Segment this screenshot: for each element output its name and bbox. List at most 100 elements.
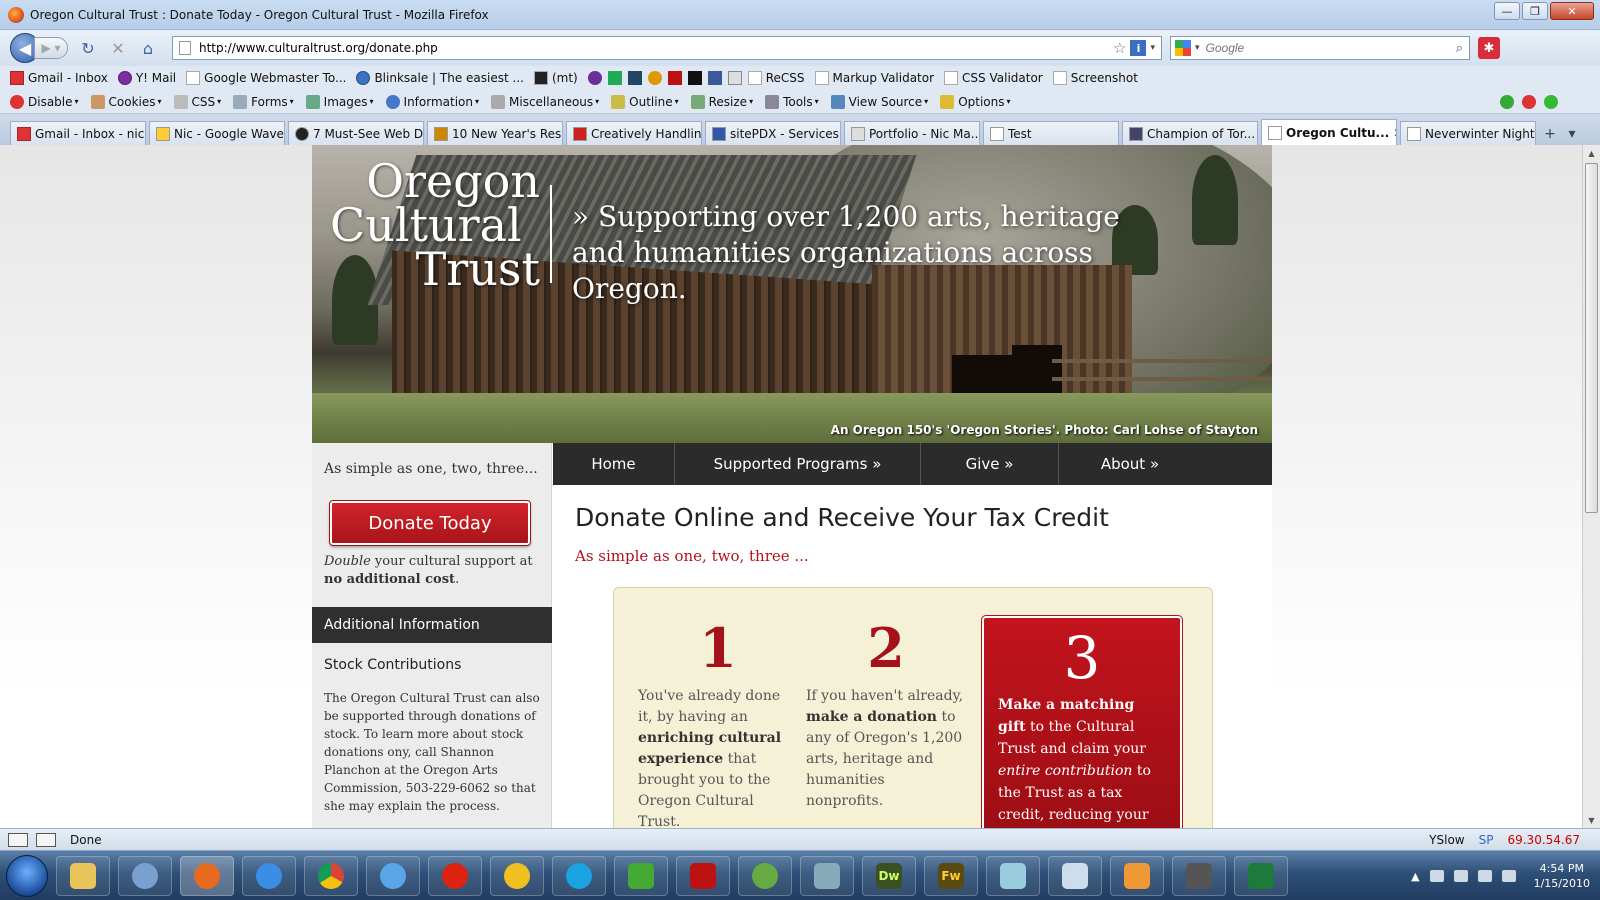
taskbar-firefox[interactable] [180, 855, 234, 896]
taskbar-notepad[interactable] [800, 855, 854, 896]
grid-icon[interactable] [727, 71, 742, 85]
check-icon[interactable] [1500, 95, 1514, 109]
wd-cookies[interactable]: Cookies ▾ [90, 94, 162, 109]
wd-images[interactable]: Images ▾ [305, 94, 374, 109]
wd-miscellaneous[interactable]: Miscellaneous ▾ [491, 94, 599, 109]
bookmark-icon-2[interactable] [607, 71, 622, 85]
k-icon[interactable] [667, 71, 682, 85]
error-icon[interactable] [1522, 95, 1536, 109]
tab-test[interactable]: Test [983, 121, 1119, 145]
bookmark-css-validator[interactable]: CSS Validator [944, 71, 1043, 85]
new-tab-button[interactable]: + [1539, 123, 1561, 145]
bookmark-webmaster[interactable]: Google Webmaster To... [186, 71, 346, 85]
nav-give[interactable]: Give » [921, 443, 1059, 485]
taskbar-filezilla[interactable] [676, 855, 730, 896]
scroll-up-icon[interactable]: ▲ [1583, 145, 1600, 161]
donate-today-button[interactable]: Donate Today [329, 500, 531, 546]
close-tab-icon[interactable]: ✕ [1389, 126, 1396, 140]
taskbar-movie-maker[interactable] [1172, 855, 1226, 896]
tab-portfolio[interactable]: Portfolio - Nic Ma... [844, 121, 980, 145]
taskbar-ie[interactable] [242, 855, 296, 896]
status-icon[interactable] [8, 832, 28, 847]
taskbar-games[interactable] [1110, 855, 1164, 896]
search-engine-dropdown-icon[interactable]: ▾ [1195, 43, 1200, 53]
taskbar-utorrent[interactable] [614, 855, 668, 896]
yslow-label[interactable]: YSlow [1429, 833, 1464, 847]
m-icon[interactable] [687, 71, 702, 85]
taskbar-excel[interactable] [1234, 855, 1288, 896]
forward-button[interactable]: ▶ ▾ [34, 37, 68, 59]
google-icon[interactable] [1175, 40, 1191, 56]
start-button[interactable] [6, 854, 48, 897]
wd-forms[interactable]: Forms ▾ [233, 94, 294, 109]
url-text[interactable]: http://www.culturaltrust.org/donate.php [199, 41, 1113, 55]
volume-icon[interactable] [1477, 870, 1492, 882]
network-icon[interactable] [1501, 870, 1516, 882]
vertical-scrollbar[interactable]: ▲ ▼ [1582, 145, 1600, 828]
nav-about[interactable]: About » [1059, 443, 1201, 485]
site-logo[interactable]: Oregon Cultural Trust [330, 158, 540, 292]
wd-resize[interactable]: Resize ▾ [690, 94, 753, 109]
wd-information[interactable]: Information ▾ [385, 94, 479, 109]
tab-oregon-cultural[interactable]: Oregon Cultu...✕ [1261, 119, 1397, 145]
power-icon[interactable] [1453, 870, 1468, 882]
search-icon[interactable]: ⌕ [1456, 41, 1463, 56]
url-dropdown-icon[interactable]: ▾ [1150, 43, 1155, 53]
maximize-button[interactable]: ❐ [1522, 2, 1548, 20]
info-icon[interactable]: i [1130, 40, 1147, 56]
taskbar-fireworks[interactable]: Fw [924, 855, 978, 896]
reload-icon[interactable]: ↻ [78, 38, 98, 58]
tab-sitepdx[interactable]: sitePDX - Services ... [705, 121, 841, 145]
gear-icon[interactable] [647, 71, 662, 85]
bookmark-screenshot[interactable]: Screenshot [1052, 71, 1138, 85]
tab-creatively[interactable]: Creatively Handlin... [566, 121, 702, 145]
wd-view-source[interactable]: View Source ▾ [830, 94, 928, 109]
taskbar-ietester[interactable] [490, 855, 544, 896]
bookmark-gmail[interactable]: Gmail - Inbox [10, 71, 108, 85]
bookmark-mt[interactable]: (mt) [533, 71, 578, 85]
bookmark-star-icon[interactable]: ☆ [1113, 39, 1126, 57]
ok-icon[interactable] [1544, 95, 1558, 109]
tray-expand-icon[interactable]: ▲ [1411, 870, 1419, 883]
close-window-button[interactable]: ✕ [1550, 2, 1594, 20]
tab-new-year[interactable]: 10 New Year's Res... [427, 121, 563, 145]
wd-css[interactable]: CSS ▾ [173, 94, 221, 109]
taskbar-calculator[interactable] [1048, 855, 1102, 896]
tab-neverwinter[interactable]: Neverwinter Night... [1400, 121, 1536, 145]
wd-disable[interactable]: Disable ▾ [10, 94, 79, 109]
bookmark-markup-validator[interactable]: Markup Validator [814, 71, 934, 85]
taskbar-mail[interactable] [118, 855, 172, 896]
wd-options[interactable]: Options ▾ [940, 94, 1011, 109]
tab-champion[interactable]: Champion of Tor... [1122, 121, 1258, 145]
stop-icon[interactable]: ✕ [108, 38, 128, 58]
minimize-button[interactable]: — [1494, 2, 1520, 20]
taskbar-explorer[interactable] [56, 855, 110, 896]
taskbar-safari[interactable] [366, 855, 420, 896]
taskbar-skype[interactable] [552, 855, 606, 896]
tab-must-see[interactable]: 7 Must-See Web D... [288, 121, 424, 145]
taskbar-dreamweaver[interactable]: Dw [862, 855, 916, 896]
scroll-down-icon[interactable]: ▼ [1583, 812, 1600, 828]
home-icon[interactable]: ⌂ [138, 38, 158, 58]
bookmark-recss[interactable]: ReCSS [747, 71, 805, 85]
bookmark-blinksale[interactable]: Blinksale | The easiest ... [356, 71, 524, 85]
address-bar[interactable]: http://www.culturaltrust.org/donate.php … [172, 36, 1162, 60]
taskbar-paint[interactable] [986, 855, 1040, 896]
status-icon-2[interactable] [36, 832, 56, 847]
flag-icon[interactable] [1429, 870, 1444, 882]
tab-gmail[interactable]: Gmail - Inbox - nic... [10, 121, 146, 145]
facebook-icon[interactable] [707, 71, 722, 85]
nav-home[interactable]: Home [553, 443, 675, 485]
addon-icon[interactable]: ✱ [1478, 37, 1500, 59]
delicious-icon[interactable] [627, 71, 642, 85]
wd-tools[interactable]: Tools ▾ [765, 94, 819, 109]
clock[interactable]: 4:54 PM 1/15/2010 [1534, 861, 1590, 891]
tab-google-wave[interactable]: Nic - Google Wave [149, 121, 285, 145]
peace-icon[interactable] [587, 71, 602, 85]
tab-list-button[interactable]: ▾ [1561, 123, 1583, 145]
sp-label[interactable]: SP [1479, 833, 1494, 847]
taskbar-chrome[interactable] [304, 855, 358, 896]
search-bar[interactable]: ▾ ⌕ [1170, 36, 1470, 60]
wd-outline[interactable]: Outline ▾ [611, 94, 679, 109]
nav-supported-programs[interactable]: Supported Programs » [675, 443, 921, 485]
